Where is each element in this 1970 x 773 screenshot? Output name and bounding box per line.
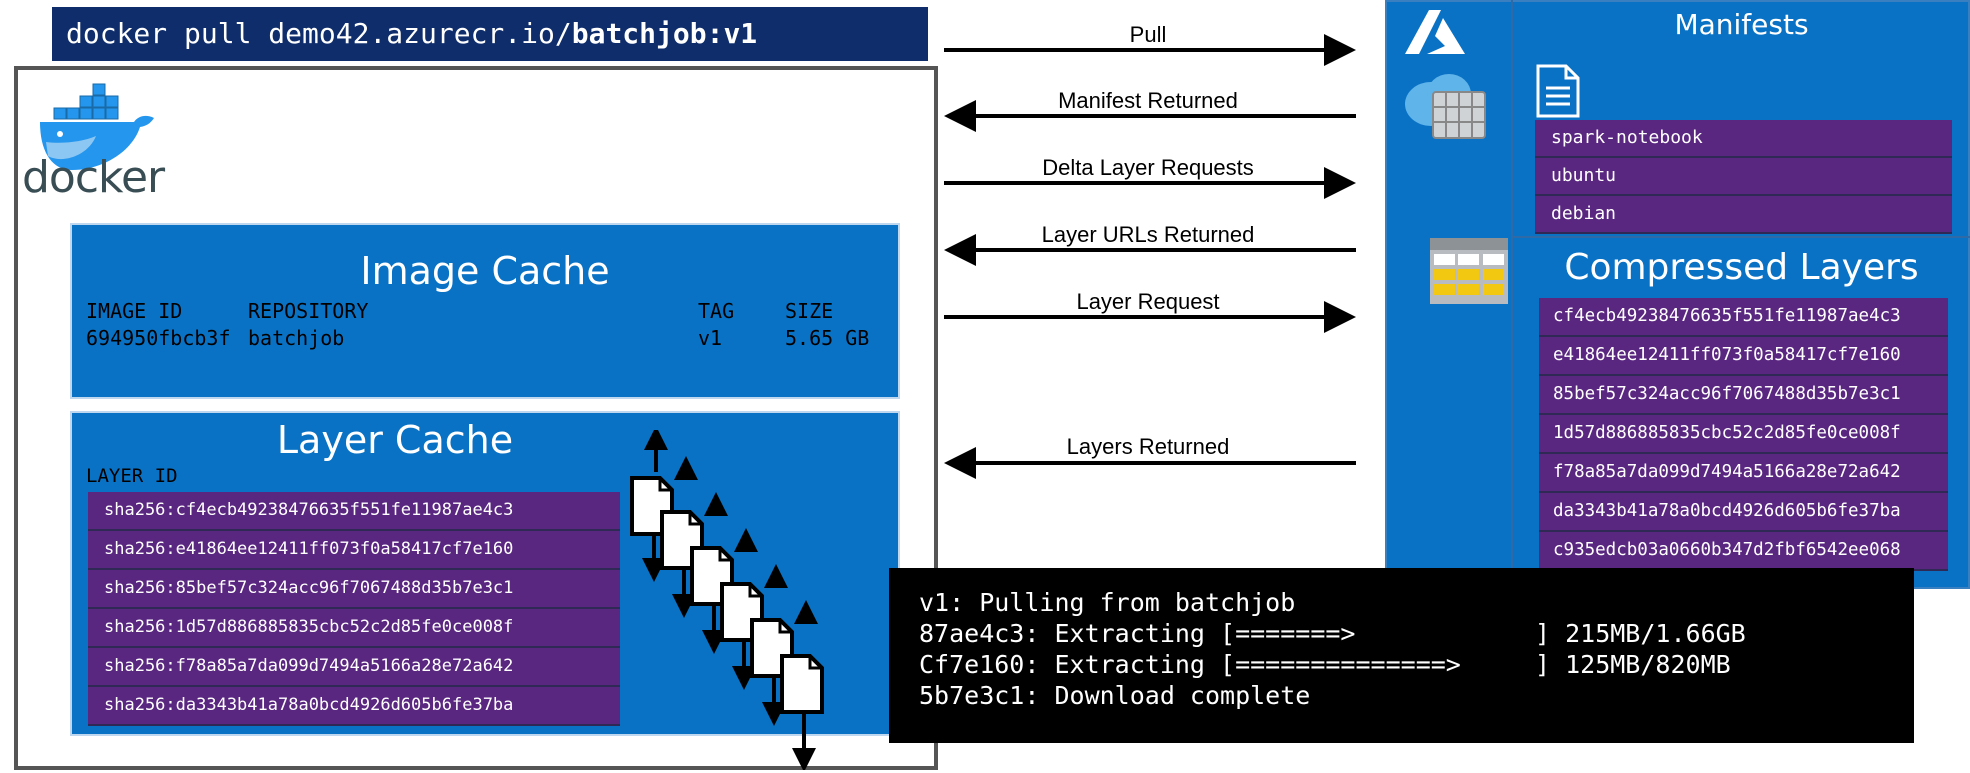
- list-item: c935edcb03a0660b347d2fbf6542ee068: [1539, 532, 1948, 571]
- list-item: sha256:e41864ee12411ff073f0a58417cf7e160: [88, 531, 620, 570]
- list-item: debian: [1535, 196, 1952, 234]
- manifest-document-icon: [1536, 64, 1580, 118]
- storage-table-icon: [1430, 238, 1508, 304]
- container-registry-icon: [1405, 74, 1486, 139]
- tag-value: v1: [698, 326, 723, 350]
- delta-layer-requests-label: Delta Layer Requests: [1042, 155, 1254, 180]
- layers-returned-label: Layers Returned: [1066, 434, 1230, 459]
- list-item: sha256:1d57d886885835cbc52c2d85fe0ce008f: [88, 609, 620, 648]
- command-image-tag: batchjob:v1: [571, 17, 758, 50]
- terminal-output: v1: Pulling from batchjob 87ae4c3: Extra…: [889, 568, 1914, 743]
- layer-request-label: Layer Request: [1076, 289, 1220, 314]
- terminal-progress: ] 125MB/820MB: [1535, 650, 1731, 679]
- repository-value: batchjob: [248, 326, 345, 350]
- image-cache-title: Image Cache: [360, 249, 610, 293]
- command-banner: docker pull demo42.azurecr.io/batchjob:v…: [52, 7, 928, 61]
- list-item: f78a85a7da099d7494a5166a28e72a642: [1539, 454, 1948, 493]
- compressed-layers-title: Compressed Layers: [1564, 247, 1919, 288]
- layer-urls-returned-label: Layer URLs Returned: [1041, 222, 1255, 247]
- terminal-line: 5b7e3c1: Download complete: [919, 681, 1311, 710]
- terminal-line: v1: Pulling from batchjob: [919, 588, 1296, 617]
- terminal-line: Cf7e160: Extracting [==============>: [919, 650, 1461, 679]
- size-header: SIZE: [785, 299, 834, 323]
- manifests-title: Manifests: [1674, 8, 1809, 41]
- list-item: sha256:85bef57c324acc96f7067488d35b7e3c1: [88, 570, 620, 609]
- list-item: e41864ee12411ff073f0a58417cf7e160: [1539, 337, 1948, 376]
- list-item: cf4ecb49238476635f551fe11987ae4c3: [1539, 298, 1948, 337]
- image-id-header: IMAGE ID: [86, 299, 183, 323]
- repository-header: REPOSITORY: [248, 299, 369, 323]
- image-id-value: 694950fbcb3f: [86, 326, 231, 350]
- pull-label: Pull: [1129, 22, 1167, 47]
- list-item: da3343b41a78a0bcd4926d605b6fe37ba: [1539, 493, 1948, 532]
- command-prefix: docker pull demo42.azurecr.io/: [66, 17, 572, 50]
- image-cache-panel: Image Cache IMAGE ID REPOSITORY TAG SIZE…: [70, 223, 900, 399]
- docker-wordmark: docker: [22, 152, 165, 203]
- manifest-returned-label: Manifest Returned: [1058, 88, 1238, 113]
- list-item: 85bef57c324acc96f7067488d35b7e3c1: [1539, 376, 1948, 415]
- layer-id-header: LAYER ID: [86, 465, 178, 487]
- list-item: spark-notebook: [1535, 120, 1952, 158]
- terminal-line: 87ae4c3: Extracting [=======>: [919, 619, 1356, 648]
- list-item: sha256:da3343b41a78a0bcd4926d605b6fe37ba: [88, 687, 620, 726]
- tag-header: TAG: [698, 299, 735, 323]
- list-item: sha256:cf4ecb49238476635f551fe11987ae4c3: [88, 492, 620, 531]
- manifest-list: spark-notebook ubuntu debian: [1535, 120, 1952, 234]
- registry-horizontal-divider: [1511, 236, 1970, 238]
- list-item: sha256:f78a85a7da099d7494a5166a28e72a642: [88, 648, 620, 687]
- size-value: 5.65 GB: [785, 326, 870, 350]
- terminal-progress: ] 215MB/1.66GB: [1535, 619, 1746, 648]
- layer-list: sha256:cf4ecb49238476635f551fe11987ae4c3…: [88, 492, 620, 726]
- list-item: ubuntu: [1535, 158, 1952, 196]
- list-item: 1d57d886885835cbc52c2d85fe0ce008f: [1539, 415, 1948, 454]
- registry-vertical-divider: [1511, 0, 1513, 589]
- compressed-layer-list: cf4ecb49238476635f551fe11987ae4c3 e41864…: [1539, 298, 1948, 571]
- azure-logo-icon: [1405, 10, 1465, 54]
- layer-documents-icon: [630, 430, 824, 770]
